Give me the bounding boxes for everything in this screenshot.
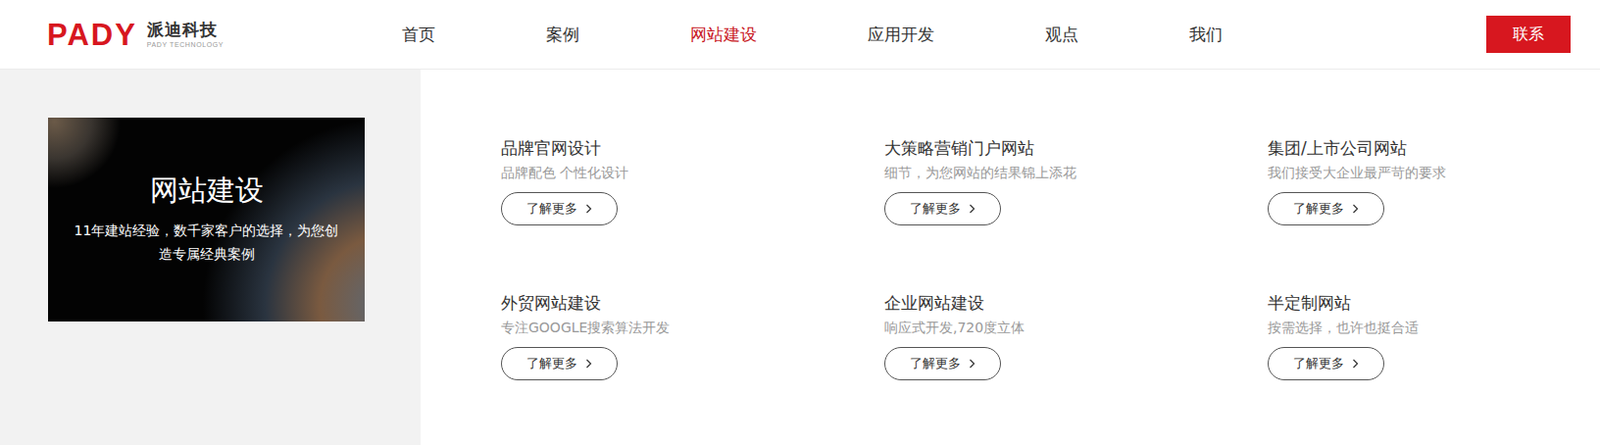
left-panel: 网站建设 11年建站经验，数千家客户的选择，为您创造专属经典案例: [0, 69, 421, 445]
header: PADY 派迪科技 PADY TECHNOLOGY 首页 案例 网站建设 应用开发 观点 我们 联…: [0, 0, 1600, 70]
learn-more-label[interactable]: 了解更多: [909, 354, 961, 373]
service-description: 响应式开发,720度立体: [884, 317, 1025, 338]
nav-item[interactable]: 我们: [1189, 23, 1223, 47]
service-title[interactable]: 企业网站建设: [884, 292, 985, 314]
nav-item[interactable]: 应用开发: [867, 23, 935, 47]
learn-more-button[interactable]: 了解更多: [500, 192, 618, 226]
hero-title: 网站建设: [150, 173, 264, 208]
learn-more-label[interactable]: 了解更多: [526, 354, 578, 373]
service-card: 集团/上市公司网站我们接受大企业最严苛的要求了解更多: [1267, 137, 1562, 226]
chevron-right-icon: [585, 358, 593, 369]
chevron-right-icon: [585, 203, 593, 214]
service-title[interactable]: 大策略营销门户网站: [884, 137, 1035, 159]
learn-more-label[interactable]: 了解更多: [1293, 200, 1345, 218]
hero-subtitle: 11年建站经验，数千家客户的选择，为您创造专属经典案例: [69, 218, 344, 266]
service-title[interactable]: 外贸网站建设: [500, 292, 601, 314]
chevron-right-icon: [1351, 358, 1359, 369]
service-card: 品牌官网设计品牌配色 个性化设计了解更多: [500, 137, 885, 226]
learn-more-button[interactable]: 了解更多: [1267, 192, 1385, 226]
learn-more-label[interactable]: 了解更多: [1293, 354, 1345, 373]
learn-more-label[interactable]: 了解更多: [526, 200, 578, 218]
logo[interactable]: PADY 派迪科技 PADY TECHNOLOGY: [47, 19, 402, 50]
learn-more-button[interactable]: 了解更多: [884, 192, 1001, 226]
logo-text: 派迪科技 PADY TECHNOLOGY: [147, 21, 224, 49]
service-description: 专注GOOGLE搜索算法开发: [500, 317, 670, 338]
nav-item[interactable]: 案例: [546, 23, 580, 47]
chevron-right-icon: [968, 358, 976, 369]
service-title[interactable]: 半定制网站: [1267, 292, 1351, 314]
services-panel: 品牌官网设计品牌配色 个性化设计了解更多大策略营销门户网站细节，为您网站的结果锦…: [420, 69, 1600, 445]
hero-banner: 网站建设 11年建站经验，数千家客户的选择，为您创造专属经典案例: [48, 117, 365, 322]
service-card: 企业网站建设响应式开发,720度立体了解更多: [884, 292, 1268, 381]
contact-button[interactable]: 联系: [1486, 15, 1571, 53]
service-card: 大策略营销门户网站细节，为您网站的结果锦上添花了解更多: [884, 137, 1268, 226]
service-description: 按需选择，也许也挺合适: [1267, 317, 1419, 338]
service-card: 外贸网站建设专注GOOGLE搜索算法开发了解更多: [500, 292, 885, 381]
logo-mark[interactable]: PADY: [47, 19, 138, 50]
logo-tagline: PADY TECHNOLOGY: [147, 41, 224, 49]
learn-more-button[interactable]: 了解更多: [500, 347, 618, 381]
chevron-right-icon: [968, 203, 976, 214]
learn-more-label[interactable]: 了解更多: [909, 200, 961, 218]
chevron-right-icon: [1351, 203, 1359, 214]
service-title[interactable]: 集团/上市公司网站: [1267, 137, 1407, 159]
logo-name[interactable]: 派迪科技: [147, 21, 224, 39]
nav-item[interactable]: 首页: [401, 23, 436, 47]
service-description: 细节，为您网站的结果锦上添花: [884, 162, 1077, 183]
nav-item[interactable]: 观点: [1045, 23, 1079, 47]
service-description: 品牌配色 个性化设计: [500, 162, 629, 183]
nav-item[interactable]: 网站建设: [690, 23, 757, 47]
learn-more-button[interactable]: 了解更多: [884, 347, 1001, 381]
service-title[interactable]: 品牌官网设计: [500, 137, 601, 159]
services-grid: 品牌官网设计品牌配色 个性化设计了解更多大策略营销门户网站细节，为您网站的结果锦…: [500, 137, 1600, 381]
main-nav: 首页 案例 网站建设 应用开发 观点 我们: [401, 23, 1223, 47]
service-description: 我们接受大企业最严苛的要求: [1267, 162, 1447, 183]
learn-more-button[interactable]: 了解更多: [1267, 347, 1385, 381]
main-content: 网站建设 11年建站经验，数千家客户的选择，为您创造专属经典案例 品牌官网设计品牌配…: [0, 69, 1600, 445]
service-card: 半定制网站按需选择，也许也挺合适了解更多: [1267, 292, 1562, 381]
